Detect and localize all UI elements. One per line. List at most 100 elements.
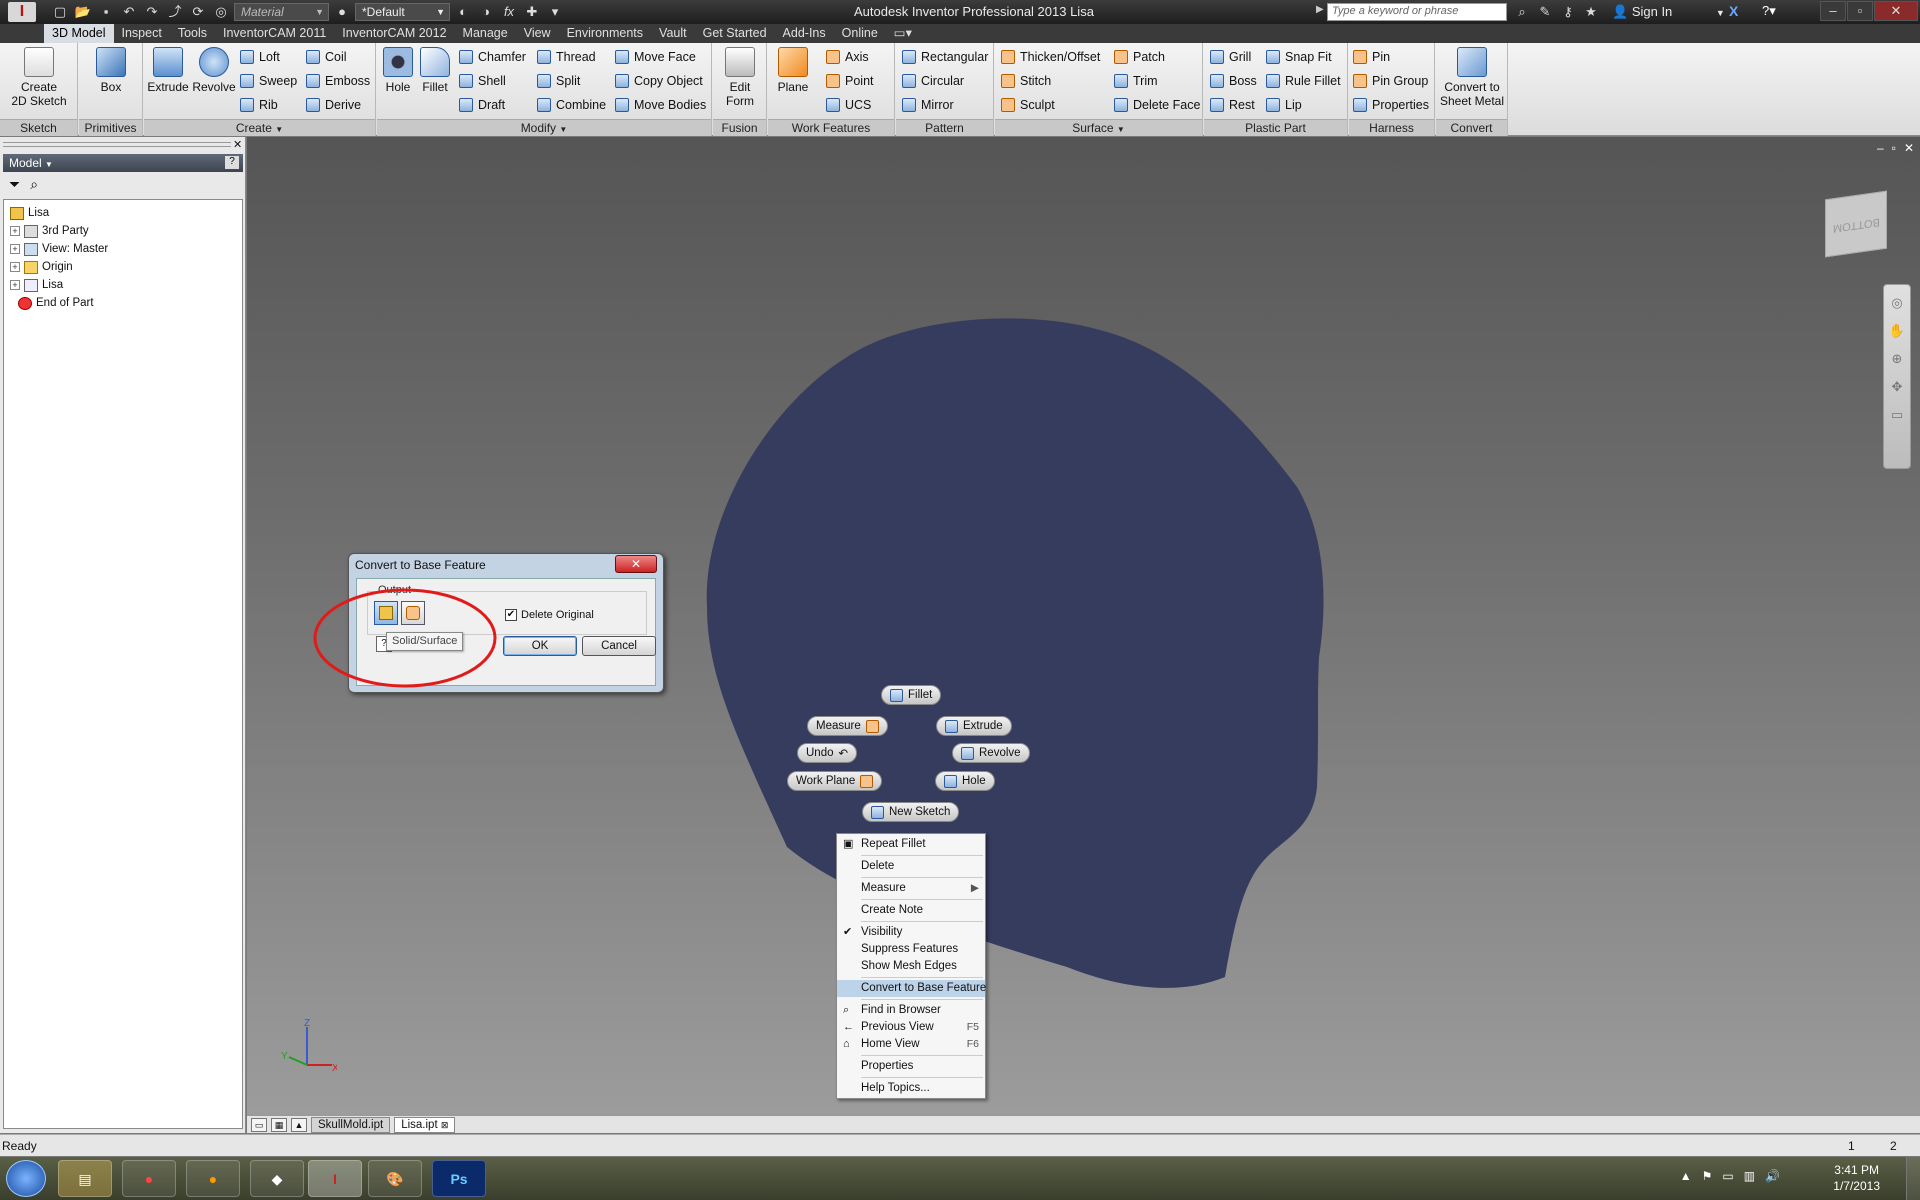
action-center-flag-icon[interactable]: ⚑	[1702, 1169, 1713, 1183]
tab-get-started[interactable]: Get Started	[695, 24, 775, 43]
photoshop-taskbar-icon[interactable]: Ps	[432, 1160, 486, 1197]
composite-output-button[interactable]	[401, 601, 425, 625]
cascade-view-icon[interactable]: ▭	[251, 1117, 267, 1132]
delete-face-button[interactable]: Delete Face	[1114, 94, 1200, 116]
copy-object-button[interactable]: Copy Object	[615, 70, 703, 92]
split-button[interactable]: Split	[537, 70, 580, 92]
expand-icon[interactable]: +	[10, 280, 20, 290]
help-icon[interactable]: ?▾	[1762, 3, 1776, 19]
binoculars-icon[interactable]: ⌕	[1512, 3, 1532, 21]
inventor-taskbar-icon[interactable]: I	[308, 1160, 362, 1197]
harness-properties-button[interactable]: Properties	[1353, 94, 1429, 116]
menu-item-show-mesh-edges[interactable]: Show Mesh Edges	[837, 958, 985, 975]
menu-item-visibility[interactable]: ✔ Visibility	[837, 924, 985, 941]
material-dropdown[interactable]: Material ▼	[234, 3, 329, 21]
rest-button[interactable]: Rest	[1210, 94, 1255, 116]
point-button[interactable]: Point	[826, 70, 874, 92]
add-icon[interactable]: ✚	[522, 3, 542, 21]
panel-label-surface[interactable]: Surface ▼	[995, 119, 1202, 136]
volume-icon[interactable]: 🔊	[1765, 1169, 1780, 1183]
select-icon[interactable]: ◎	[211, 3, 231, 21]
patch-button[interactable]: Patch	[1114, 46, 1165, 68]
menu-item-properties[interactable]: Properties	[837, 1058, 985, 1075]
exchange-x-icon[interactable]: X	[1729, 3, 1738, 19]
browser-help-icon[interactable]: ?	[225, 156, 239, 169]
tree-node-view-master[interactable]: + View: Master	[4, 240, 242, 258]
tab-inventorcam-2012[interactable]: InventorCAM 2012	[334, 24, 454, 43]
filter-icon[interactable]: ⏷	[9, 176, 20, 193]
expand-icon[interactable]: +	[10, 244, 20, 254]
tree-node-origin[interactable]: + Origin	[4, 258, 242, 276]
panel-label-modify[interactable]: Modify ▼	[377, 119, 711, 136]
undo-icon[interactable]: ↶	[119, 3, 139, 21]
menu-item-convert-to-base-feature[interactable]: Convert to Base Feature	[837, 980, 986, 997]
sculpt-button[interactable]: Sculpt	[1001, 94, 1055, 116]
menu-item-home-view[interactable]: ⌂ Home View F6	[837, 1036, 985, 1053]
chrome-taskbar-icon[interactable]: ●	[122, 1160, 176, 1197]
revolve-button[interactable]: Revolve	[190, 47, 238, 94]
sweep-button[interactable]: Sweep	[240, 70, 297, 92]
box-button[interactable]: Box	[93, 47, 129, 94]
menu-item-help-topics[interactable]: Help Topics...	[837, 1080, 985, 1097]
tab-list-icon[interactable]: ▲	[291, 1117, 307, 1132]
sign-in-button[interactable]: 👤 Sign In ▼	[1612, 4, 1725, 20]
axis-button[interactable]: Axis	[826, 46, 869, 68]
thicken-offset-button[interactable]: Thicken/Offset	[1001, 46, 1100, 68]
tab-tools[interactable]: Tools	[170, 24, 215, 43]
hole-button[interactable]: Hole	[381, 47, 415, 94]
combine-button[interactable]: Combine	[537, 94, 606, 116]
marking-fillet-button[interactable]: Fillet	[881, 685, 942, 705]
tab-3d-model[interactable]: 3D Model	[44, 24, 114, 43]
rib-button[interactable]: Rib	[240, 94, 278, 116]
close-button[interactable]: ✕	[1874, 1, 1918, 21]
marking-new-sketch-button[interactable]: New Sketch	[862, 802, 960, 822]
ucs-button[interactable]: UCS	[826, 94, 871, 116]
tab-view[interactable]: View	[516, 24, 559, 43]
show-desktop-button[interactable]	[1906, 1157, 1920, 1200]
marking-extrude-button[interactable]: Extrude	[936, 716, 1012, 736]
snap-fit-button[interactable]: Snap Fit	[1266, 46, 1332, 68]
tray-expand-icon[interactable]: ▲	[1680, 1169, 1692, 1183]
ribbon-options-icon[interactable]: ▭▾	[886, 24, 920, 43]
doc-tab-lisa[interactable]: Lisa.ipt ⊠	[394, 1116, 456, 1133]
appearance-sphere-icon[interactable]: ●	[332, 3, 352, 21]
circular-pattern-button[interactable]: Circular	[902, 70, 964, 92]
create-2d-sketch-button[interactable]: Create 2D Sketch	[10, 47, 68, 108]
plane-button[interactable]: Plane	[774, 47, 812, 94]
key-icon[interactable]: ⚷	[1558, 3, 1578, 21]
marking-measure-button[interactable]: Measure	[807, 716, 888, 736]
tree-node-3rd-party[interactable]: +3rd Party	[4, 222, 242, 240]
tab-inspect[interactable]: Inspect	[114, 24, 170, 43]
taskbar-clock[interactable]: 3:41 PM 1/7/2013	[1833, 1162, 1880, 1194]
trim-button[interactable]: Trim	[1114, 70, 1158, 92]
cancel-button[interactable]: Cancel	[582, 636, 656, 656]
explorer-taskbar-icon[interactable]: ▤	[58, 1160, 112, 1197]
expand-icon[interactable]: +	[10, 262, 20, 272]
delete-original-checkbox[interactable]: ✔ Delete Original	[505, 609, 594, 621]
minimize-button[interactable]: –	[1820, 1, 1846, 21]
parameters-fx-icon[interactable]: fx	[499, 3, 519, 21]
maximize-button[interactable]: ▫	[1847, 1, 1873, 21]
part-body[interactable]	[706, 318, 1324, 988]
mirror-button[interactable]: Mirror	[902, 94, 954, 116]
tab-vault[interactable]: Vault	[651, 24, 695, 43]
tab-close-icon[interactable]: ⊠	[441, 1120, 449, 1130]
open-file-icon[interactable]: 📂	[73, 3, 93, 21]
marking-hole-button[interactable]: Hole	[935, 771, 995, 791]
pin-group-button[interactable]: Pin Group	[1353, 70, 1428, 92]
menu-item-measure[interactable]: Measure ▶	[837, 880, 985, 897]
customize-chevron-icon[interactable]: ▾	[545, 3, 565, 21]
fillet-button[interactable]: Fillet	[417, 47, 453, 94]
save-icon[interactable]: ▪	[96, 3, 116, 21]
browser-header[interactable]: Model ▼?	[3, 154, 243, 172]
boss-button[interactable]: Boss	[1210, 70, 1257, 92]
redo-icon[interactable]: ↷	[142, 3, 162, 21]
panel-label-create[interactable]: Create ▼	[144, 119, 375, 136]
find-binoculars-icon[interactable]: ⌕	[30, 176, 38, 193]
move-bodies-button[interactable]: Move Bodies	[615, 94, 706, 116]
menu-item-suppress-features[interactable]: Suppress Features	[837, 941, 985, 958]
menu-item-find-in-browser[interactable]: ⌕ Find in Browser	[837, 1002, 985, 1019]
marking-undo-button[interactable]: Undo ↶	[797, 743, 858, 763]
search-expand-icon[interactable]: ▶	[1316, 4, 1324, 15]
browser-grip[interactable]	[3, 142, 231, 147]
